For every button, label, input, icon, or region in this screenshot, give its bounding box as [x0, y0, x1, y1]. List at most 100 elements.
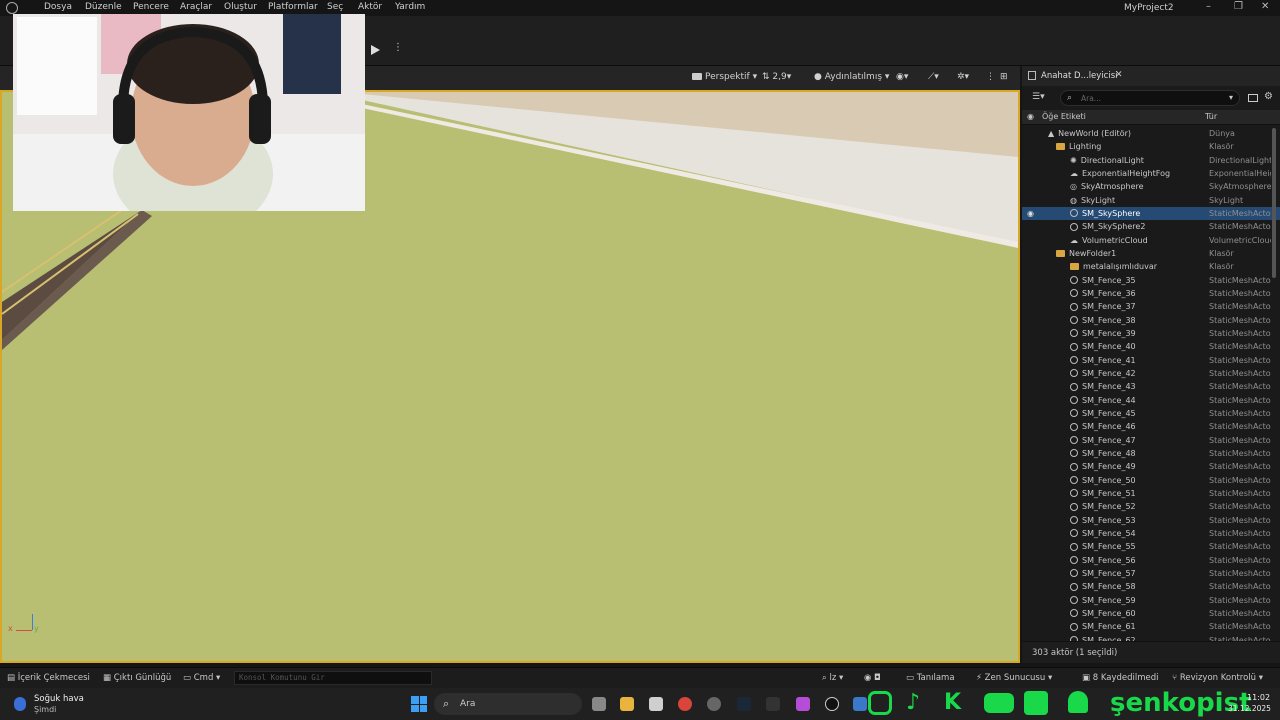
- layout-icon[interactable]: ⊞: [1000, 72, 1008, 82]
- settings-icon[interactable]: ✲▾: [957, 72, 969, 82]
- outliner-row-name: SM_SkySphere2: [1070, 220, 1145, 233]
- visibility-icon[interactable]: ◉: [1027, 112, 1034, 121]
- unreal-logo-icon[interactable]: [6, 2, 18, 14]
- outliner-row[interactable]: SM_Fence_46 StaticMeshActo: [1022, 420, 1280, 433]
- mesh-icon: [1070, 569, 1078, 578]
- outliner-row[interactable]: SM_Fence_37 StaticMeshActo: [1022, 300, 1280, 313]
- outliner-row[interactable]: SM_Fence_54 StaticMeshActo: [1022, 527, 1280, 540]
- play-icon[interactable]: [371, 45, 380, 55]
- unsaved-button[interactable]: ▣ 8 Kaydedilmedi: [1082, 673, 1159, 683]
- outliner-row[interactable]: SM_Fence_43 StaticMeshActo: [1022, 380, 1280, 393]
- outliner-row[interactable]: SM_Fence_47 StaticMeshActo: [1022, 434, 1280, 447]
- outliner-row[interactable]: SM_Fence_42 StaticMeshActo: [1022, 367, 1280, 380]
- outliner-row[interactable]: ◍ SkyLight SkyLight: [1022, 194, 1280, 207]
- minimize-icon[interactable]: –: [1206, 1, 1211, 12]
- outliner-row[interactable]: SM_Fence_39 StaticMeshActo: [1022, 327, 1280, 340]
- outliner-scrollbar[interactable]: [1272, 128, 1276, 278]
- outliner-row[interactable]: SM_Fence_44 StaticMeshActo: [1022, 394, 1280, 407]
- menu-yardim[interactable]: Yardım: [395, 2, 425, 12]
- menu-sec[interactable]: Seç: [327, 2, 343, 12]
- outliner-row[interactable]: SM_Fence_48 StaticMeshActo: [1022, 447, 1280, 460]
- outliner-row[interactable]: ☁ ExponentialHeightFog ExponentialHeig: [1022, 167, 1280, 180]
- outliner-row[interactable]: ☁ VolumetricCloud VolumetricClouc: [1022, 234, 1280, 247]
- outliner-tab[interactable]: Anahat D...leyicisi ✕: [1022, 66, 1280, 86]
- file-explorer-icon[interactable]: [620, 697, 634, 711]
- outliner-row[interactable]: SM_Fence_41 StaticMeshActo: [1022, 354, 1280, 367]
- steam-icon[interactable]: [737, 697, 751, 711]
- transform-icon[interactable]: ⟋▾: [928, 72, 939, 82]
- mesh-icon: [1070, 462, 1078, 471]
- weather-widget[interactable]: Soğuk hava Şimdi: [14, 693, 94, 717]
- taskbar-search[interactable]: ⌕ Ara: [434, 693, 582, 715]
- outliner-row[interactable]: metalalışımlıduvar Klasör: [1022, 260, 1280, 273]
- outliner-row[interactable]: SM_Fence_40 StaticMeshActo: [1022, 340, 1280, 353]
- col-type-header[interactable]: Tür: [1205, 112, 1217, 121]
- search-dropdown-icon[interactable]: ▾: [1229, 93, 1233, 102]
- lighting-dropdown[interactable]: ● Aydınlatılmış ▾: [814, 72, 889, 82]
- outliner-settings-icon[interactable]: ⚙: [1264, 91, 1273, 102]
- outliner-row[interactable]: SM_Fence_45 StaticMeshActo: [1022, 407, 1280, 420]
- outliner-row[interactable]: SM_Fence_53 StaticMeshActo: [1022, 514, 1280, 527]
- camera-speed-dropdown[interactable]: ⇅ 2,9▾: [762, 72, 791, 82]
- outliner-row[interactable]: NewFolder1 Klasör: [1022, 247, 1280, 260]
- task-view-icon[interactable]: [592, 697, 606, 711]
- add-folder-icon[interactable]: [1248, 94, 1258, 102]
- outliner-row[interactable]: SM_Fence_38 StaticMeshActo: [1022, 314, 1280, 327]
- outliner-row[interactable]: SM_Fence_56 StaticMeshActo: [1022, 554, 1280, 567]
- outliner-row[interactable]: ◎ SkyAtmosphere SkyAtmosphere: [1022, 180, 1280, 193]
- outliner-row[interactable]: SM_Fence_36 StaticMeshActo: [1022, 287, 1280, 300]
- row-label: SM_Fence_56: [1082, 555, 1136, 565]
- perspective-dropdown[interactable]: Perspektif ▾: [705, 72, 757, 82]
- maximize-icon[interactable]: ❐: [1234, 1, 1243, 12]
- outliner-row[interactable]: ◉ SM_SkySphere StaticMeshActo: [1022, 206, 1280, 221]
- menu-pencere[interactable]: Pencere: [133, 2, 169, 12]
- outliner-row[interactable]: SM_Fence_49 StaticMeshActo: [1022, 460, 1280, 473]
- outliner-row[interactable]: Lighting Klasör: [1022, 140, 1280, 153]
- outliner-row[interactable]: SM_SkySphere2 StaticMeshActo: [1022, 220, 1280, 233]
- diagnostics-button[interactable]: ▭ Tanılama: [906, 673, 955, 683]
- close-icon[interactable]: ✕: [1261, 1, 1269, 12]
- unreal-engine-icon[interactable]: [825, 697, 839, 711]
- outliner-row[interactable]: ✺ DirectionalLight DirectionalLight: [1022, 154, 1280, 167]
- more-options-icon[interactable]: ⋮: [393, 42, 403, 53]
- menu-olustur[interactable]: Oluştur: [224, 2, 257, 12]
- menu-duzenle[interactable]: Düzenle: [85, 2, 122, 12]
- outliner-row[interactable]: SM_Fence_51 StaticMeshActo: [1022, 487, 1280, 500]
- app2-icon[interactable]: [796, 697, 810, 711]
- epic-games-icon[interactable]: [766, 697, 780, 711]
- outliner-row[interactable]: SM_Fence_61 StaticMeshActo: [1022, 620, 1280, 633]
- outliner-row[interactable]: SM_Fence_58 StaticMeshActo: [1022, 580, 1280, 593]
- console-input[interactable]: Konsol Komutunu Gir: [234, 671, 432, 685]
- outliner-row[interactable]: ▲ NewWorld (Editör) Dünya: [1022, 127, 1280, 140]
- outliner-row[interactable]: SM_Fence_60 StaticMeshActo: [1022, 607, 1280, 620]
- show-icon[interactable]: ◉▾: [896, 72, 908, 82]
- output-log-button[interactable]: ▦ Çıktı Günlüğü: [103, 673, 171, 683]
- menu-platformlar[interactable]: Platformlar: [268, 2, 318, 12]
- outliner-row[interactable]: SM_Fence_35 StaticMeshActo: [1022, 274, 1280, 287]
- windows-start-icon[interactable]: [411, 696, 427, 712]
- app-icon[interactable]: [707, 697, 721, 711]
- outliner-row[interactable]: SM_Fence_59 StaticMeshActo: [1022, 594, 1280, 607]
- trace-button[interactable]: ⌕ lz ▾: [822, 673, 843, 683]
- store-icon[interactable]: [649, 697, 663, 711]
- outliner-row[interactable]: SM_Fence_52 StaticMeshActo: [1022, 500, 1280, 513]
- content-drawer-button[interactable]: ▤ İçerik Çekmecesi: [7, 673, 90, 683]
- menu-dosya[interactable]: Dosya: [44, 2, 72, 12]
- mesh-icon: [1070, 289, 1078, 298]
- outliner-row[interactable]: SM_Fence_50 StaticMeshActo: [1022, 474, 1280, 487]
- trace-icons[interactable]: ◉ ◘: [864, 673, 881, 683]
- col-label-header[interactable]: Öğe Etiketi: [1042, 112, 1086, 121]
- outliner-row[interactable]: SM_Fence_55 StaticMeshActo: [1022, 540, 1280, 553]
- cmd-dropdown[interactable]: ▭ Cmd ▾: [183, 673, 220, 683]
- filter-icon[interactable]: ☰▾: [1032, 92, 1045, 102]
- outliner-row[interactable]: SM_Fence_57 StaticMeshActo: [1022, 567, 1280, 580]
- tab-close-icon[interactable]: ✕: [1115, 70, 1123, 80]
- revision-control-button[interactable]: ⑂ Revizyon Kontrolü ▾: [1172, 673, 1263, 683]
- viewport-menu-icon[interactable]: ⋮: [986, 72, 995, 82]
- zen-server-button[interactable]: ⚡ Zen Sunucusu ▾: [976, 673, 1052, 683]
- row-visibility-icon[interactable]: ◉: [1027, 207, 1034, 220]
- outliner-search-input[interactable]: ⌕ Ara... ▾: [1060, 90, 1240, 106]
- menu-aktor[interactable]: Aktör: [358, 2, 382, 12]
- menu-araclar[interactable]: Araçlar: [180, 2, 212, 12]
- chrome-icon[interactable]: [678, 697, 692, 711]
